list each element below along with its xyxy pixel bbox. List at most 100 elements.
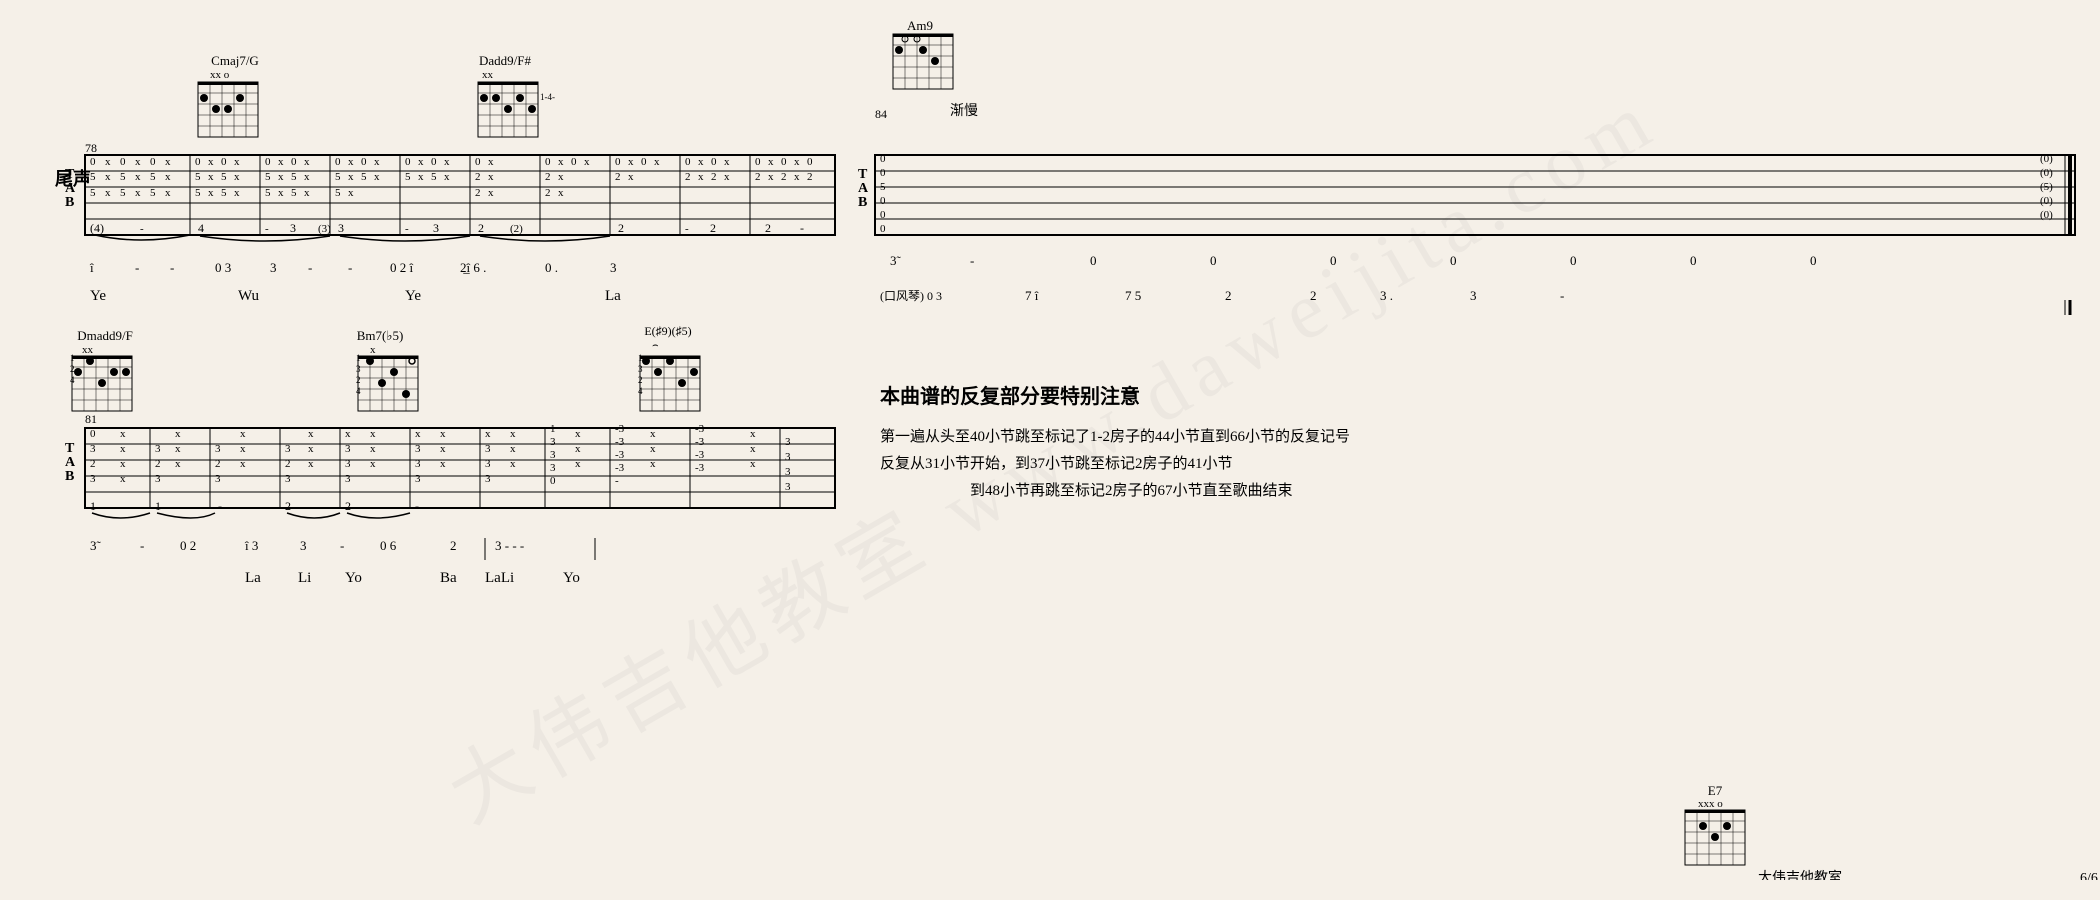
svg-text:5: 5: [195, 187, 201, 199]
svg-text:-: -: [615, 475, 619, 487]
solfege-2i6: 2̲î 6 .: [460, 260, 486, 275]
svg-text:x: x: [374, 156, 380, 168]
svg-text:5: 5: [265, 187, 271, 199]
svg-text:-3: -3: [615, 462, 625, 474]
solfege-3-b2: 3: [300, 538, 307, 553]
svg-text:x: x: [278, 187, 284, 199]
tab-staff-right: 0 0 5 0 0 0 (0) (0) (5) (0) (0): [875, 153, 2075, 235]
svg-text:2: 2: [618, 221, 624, 235]
svg-text:0: 0: [711, 156, 717, 168]
svg-text:x: x: [440, 458, 446, 470]
svg-text:x: x: [348, 156, 354, 168]
svg-text:x: x: [488, 171, 494, 183]
svg-text:4: 4: [356, 386, 361, 396]
svg-text:x: x: [304, 171, 310, 183]
solfege-i-3-b: î 3: [244, 538, 258, 553]
chord-bm7b5-name: Bm7(♭5): [357, 328, 404, 343]
svg-text:x: x: [304, 156, 310, 168]
svg-text:0: 0: [291, 156, 297, 168]
solfege-3-dot: 3 .: [1380, 288, 1393, 303]
svg-text:x: x: [628, 156, 634, 168]
svg-text:0: 0: [880, 209, 886, 221]
svg-text:x: x: [105, 156, 111, 168]
svg-text:x: x: [120, 458, 126, 470]
svg-text:x: x: [240, 458, 246, 470]
lyric-wu: Wu: [238, 288, 260, 304]
solfege-0-2-i: 0 2 î: [390, 260, 414, 275]
lyric-ye2: Ye: [405, 288, 421, 304]
svg-text:3: 3: [215, 443, 221, 455]
solfege-0-2-b: 0 2: [180, 538, 196, 553]
measure-78: 78: [85, 141, 97, 155]
svg-text:5: 5: [291, 171, 297, 183]
svg-text:(0): (0): [2040, 195, 2053, 207]
mouth-organ-label: (口风琴) 0 3: [880, 289, 942, 303]
svg-text:3: 3: [485, 458, 491, 470]
svg-text:5: 5: [431, 171, 437, 183]
svg-text:x: x: [750, 443, 756, 455]
solfege-3-final: 3 - - -: [495, 538, 524, 553]
svg-text:3: 3: [415, 443, 421, 455]
svg-text:x: x: [724, 156, 730, 168]
svg-text:3: 3: [155, 443, 161, 455]
svg-text:5: 5: [265, 171, 271, 183]
svg-text:2: 2: [345, 499, 351, 513]
svg-text:3: 3: [215, 473, 221, 485]
svg-text:0: 0: [755, 156, 761, 168]
svg-text:-: -: [415, 499, 419, 513]
svg-text:x: x: [308, 443, 314, 455]
svg-text:x: x: [105, 187, 111, 199]
svg-text:x: x: [175, 458, 181, 470]
chord-bm7b5-mute: x: [370, 344, 376, 356]
svg-text:x: x: [488, 156, 494, 168]
svg-text:(4): (4): [90, 221, 104, 235]
svg-text:x: x: [724, 171, 730, 183]
solfege-dash3: -: [308, 260, 312, 275]
svg-text:3: 3: [485, 443, 491, 455]
svg-text:4: 4: [70, 375, 75, 385]
solfege-7-5: 7 5: [1125, 288, 1141, 303]
svg-text:5: 5: [90, 187, 96, 199]
svg-text:0: 0: [195, 156, 201, 168]
lyric-yo1: Yo: [345, 570, 362, 586]
svg-text:x: x: [120, 473, 126, 485]
svg-text:x: x: [370, 428, 376, 440]
chord-bm7b5-diagram: 1 3 2 4: [356, 353, 418, 411]
svg-text:5: 5: [120, 187, 126, 199]
svg-text:x: x: [208, 187, 214, 199]
svg-text:-3: -3: [695, 462, 705, 474]
svg-text:x: x: [698, 171, 704, 183]
solfege-2-b3: 2: [450, 538, 457, 553]
svg-text:x: x: [584, 156, 590, 168]
svg-text:x: x: [348, 171, 354, 183]
svg-text:3: 3: [90, 473, 96, 485]
svg-text:x: x: [628, 171, 634, 183]
svg-text:5: 5: [221, 171, 227, 183]
solfege-0dot: 0 .: [545, 260, 558, 275]
svg-text:0: 0: [880, 167, 886, 179]
svg-text:x: x: [418, 156, 424, 168]
svg-text:(0): (0): [2040, 167, 2053, 179]
chord-dmadd9f-diagram: 1 2 4: [70, 353, 132, 411]
solfege-0-r4: 0: [1330, 253, 1337, 268]
svg-text:x: x: [278, 171, 284, 183]
svg-text:x: x: [240, 428, 246, 440]
svg-text:x: x: [278, 156, 284, 168]
svg-text:x: x: [768, 171, 774, 183]
svg-text:x: x: [418, 171, 424, 183]
svg-text:x: x: [698, 156, 704, 168]
svg-text:x: x: [240, 443, 246, 455]
svg-text:5: 5: [150, 187, 156, 199]
svg-text:3: 3: [285, 443, 291, 455]
svg-text:x: x: [175, 428, 181, 440]
svg-text:3: 3: [90, 443, 96, 455]
svg-text:x: x: [510, 443, 516, 455]
svg-text:x: x: [750, 458, 756, 470]
svg-text:x: x: [558, 187, 564, 199]
svg-text:3: 3: [155, 473, 161, 485]
solfege-0-3: 0 3: [215, 260, 231, 275]
footer-page: 6/6: [2080, 871, 2098, 880]
svg-text:0: 0: [120, 156, 126, 168]
svg-text:3: 3: [415, 458, 421, 470]
svg-text:-3: -3: [695, 436, 705, 448]
